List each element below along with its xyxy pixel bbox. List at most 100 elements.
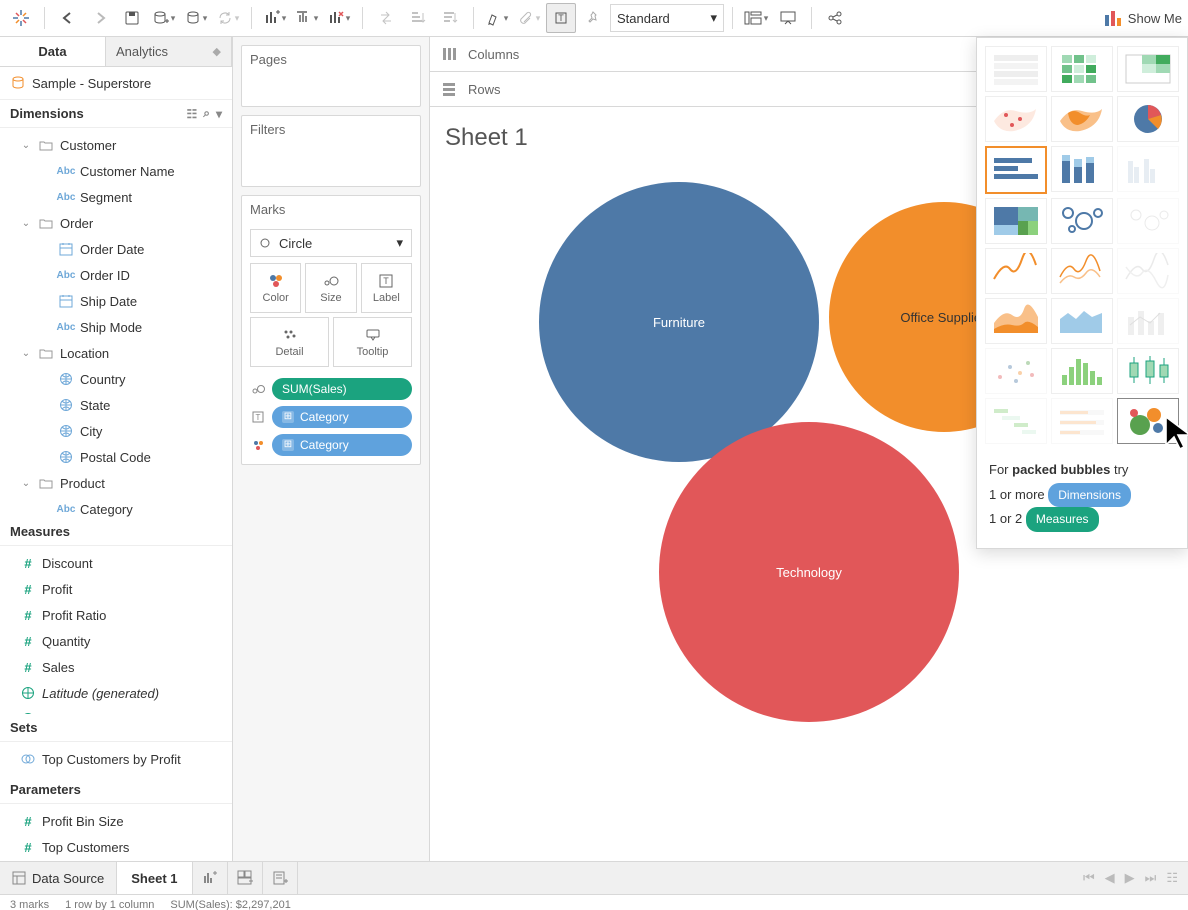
dimension-group[interactable]: ⌄Order <box>0 210 232 236</box>
marks-color-button[interactable]: Color <box>250 263 301 313</box>
dimension-group[interactable]: ⌄Location <box>0 340 232 366</box>
fit-mode-select[interactable]: Standard ▾ <box>610 4 724 32</box>
datasource-row[interactable]: Sample - Superstore <box>0 67 232 100</box>
chart-type-packed-bubbles[interactable] <box>1117 398 1179 444</box>
measure-field[interactable]: #Discount <box>0 550 232 576</box>
marks-detail-button[interactable]: Detail <box>250 317 329 367</box>
datasource-tab[interactable]: Data Source <box>0 862 117 894</box>
swap-icon[interactable] <box>371 3 401 33</box>
view-as-icon[interactable]: ☷ <box>186 107 197 121</box>
nav-prev-icon[interactable]: ◀ <box>1105 870 1115 886</box>
search-fields-icon[interactable]: ⌕ <box>203 106 210 121</box>
mark-label-toggle-icon[interactable]: T <box>546 3 576 33</box>
back-icon[interactable] <box>53 3 83 33</box>
label-pill[interactable]: ⊞Category <box>272 406 412 428</box>
show-me-button[interactable]: Show Me <box>1104 9 1182 27</box>
marks-label-button[interactable]: TLabel <box>361 263 412 313</box>
chart-type-text-table[interactable] <box>985 46 1047 92</box>
dimension-field[interactable]: AbcCustomer Name <box>0 158 232 184</box>
forward-icon[interactable] <box>85 3 115 33</box>
marks-size-button[interactable]: Size <box>305 263 356 313</box>
chart-type-stacked-bar[interactable] <box>1051 146 1113 192</box>
auto-update-icon[interactable]: ▾ <box>213 3 243 33</box>
dimension-field[interactable]: Order Date <box>0 236 232 262</box>
new-worksheet-icon[interactable]: ▾ <box>260 3 290 33</box>
chart-type-symbol-map[interactable] <box>985 96 1047 142</box>
chart-type-bullet[interactable] <box>1051 398 1113 444</box>
chart-type-filled-map[interactable] <box>1051 96 1113 142</box>
dimension-field[interactable]: AbcShip Mode <box>0 314 232 340</box>
sort-desc-icon[interactable] <box>435 3 465 33</box>
measure-field[interactable]: Latitude (generated) <box>0 680 232 706</box>
dimension-field[interactable]: State <box>0 392 232 418</box>
marks-size-pill-row[interactable]: SUM(Sales) <box>242 375 420 403</box>
mark-type-select[interactable]: Circle ▾ <box>250 229 412 257</box>
parameter-field[interactable]: #Top Customers <box>0 834 232 860</box>
nav-tabs-icon[interactable]: ☷ <box>1166 870 1178 886</box>
chart-type-treemap[interactable] <box>985 198 1047 244</box>
sort-asc-icon[interactable] <box>403 3 433 33</box>
new-story-tab[interactable] <box>263 862 298 894</box>
measure-field[interactable]: #Quantity <box>0 628 232 654</box>
measure-field[interactable]: #Sales <box>0 654 232 680</box>
chart-type-dual-combo[interactable] <box>1117 298 1179 344</box>
dimension-field[interactable]: AbcOrder ID <box>0 262 232 288</box>
chart-type-dual-line[interactable] <box>1117 248 1179 294</box>
nav-last-icon[interactable]: ⏭ <box>1145 870 1157 886</box>
chart-type-pie[interactable] <box>1117 96 1179 142</box>
save-icon[interactable] <box>117 3 147 33</box>
chart-type-heatmap[interactable] <box>1051 46 1113 92</box>
chart-type-hbar[interactable] <box>985 146 1047 194</box>
sheet-tab[interactable]: Sheet 1 <box>117 862 192 894</box>
chart-type-circle-views[interactable] <box>1051 198 1113 244</box>
nav-next-icon[interactable]: ▶ <box>1125 870 1135 886</box>
size-pill[interactable]: SUM(Sales) <box>272 378 412 400</box>
chart-type-side-by-side-bar[interactable] <box>1117 146 1179 192</box>
marks-color-pill-row[interactable]: ⊞Category <box>242 431 420 464</box>
chart-type-area-continuous[interactable] <box>985 298 1047 344</box>
chart-type-histogram[interactable] <box>1051 348 1113 394</box>
filters-shelf[interactable]: Filters <box>241 115 421 187</box>
color-pill[interactable]: ⊞Category <box>272 434 412 456</box>
dimension-field[interactable]: Ship Date <box>0 288 232 314</box>
dimension-field[interactable]: AbcSegment <box>0 184 232 210</box>
tableau-logo-icon[interactable] <box>6 3 36 33</box>
dimension-field[interactable]: City <box>0 418 232 444</box>
measure-field[interactable]: Longitude (generated) <box>0 706 232 714</box>
measure-field[interactable]: #Profit Ratio <box>0 602 232 628</box>
analytics-menu-icon[interactable]: ◆ <box>213 45 221 58</box>
chart-type-area-discrete[interactable] <box>1051 298 1113 344</box>
chart-type-line-discrete[interactable] <box>1051 248 1113 294</box>
marks-tooltip-button[interactable]: Tooltip <box>333 317 412 367</box>
refresh-datasource-icon[interactable]: ▾ <box>181 3 211 33</box>
dimension-field[interactable]: AbcCategory <box>0 496 232 518</box>
new-worksheet-tab[interactable] <box>193 862 228 894</box>
new-dashboard-tab[interactable] <box>228 862 263 894</box>
presentation-mode-icon[interactable] <box>773 3 803 33</box>
chart-type-box-plot[interactable] <box>1117 348 1179 394</box>
clear-sheet-icon[interactable]: ▾ <box>324 3 354 33</box>
dimension-group[interactable]: ⌄Product <box>0 470 232 496</box>
chart-type-scatter[interactable] <box>985 348 1047 394</box>
pin-icon[interactable] <box>578 3 608 33</box>
fields-menu-icon[interactable]: ▾ <box>216 107 222 121</box>
chart-type-side-circles[interactable] <box>1117 198 1179 244</box>
dimension-group[interactable]: ⌄Customer <box>0 132 232 158</box>
duplicate-sheet-icon[interactable]: ▾ <box>292 3 322 33</box>
marks-label-pill-row[interactable]: T ⊞Category <box>242 403 420 431</box>
set-field[interactable]: Top Customers by Profit <box>0 746 232 772</box>
chart-type-highlight-table[interactable] <box>1117 46 1179 92</box>
bubble-furniture[interactable]: Furniture <box>539 182 819 462</box>
pages-shelf[interactable]: Pages <box>241 45 421 107</box>
highlight-icon[interactable]: ▾ <box>482 3 512 33</box>
new-datasource-icon[interactable]: ▾ <box>149 3 179 33</box>
measure-field[interactable]: #Profit <box>0 576 232 602</box>
tab-analytics[interactable]: Analytics◆ <box>106 37 232 66</box>
chart-type-gantt[interactable] <box>985 398 1047 444</box>
nav-first-icon[interactable]: ⏮ <box>1083 870 1095 886</box>
dimension-field[interactable]: Country <box>0 366 232 392</box>
share-icon[interactable] <box>820 3 850 33</box>
chart-type-line-continuous[interactable] <box>985 248 1047 294</box>
attachment-icon[interactable]: ▾ <box>514 3 544 33</box>
bubble-technology[interactable]: Technology <box>659 422 959 722</box>
